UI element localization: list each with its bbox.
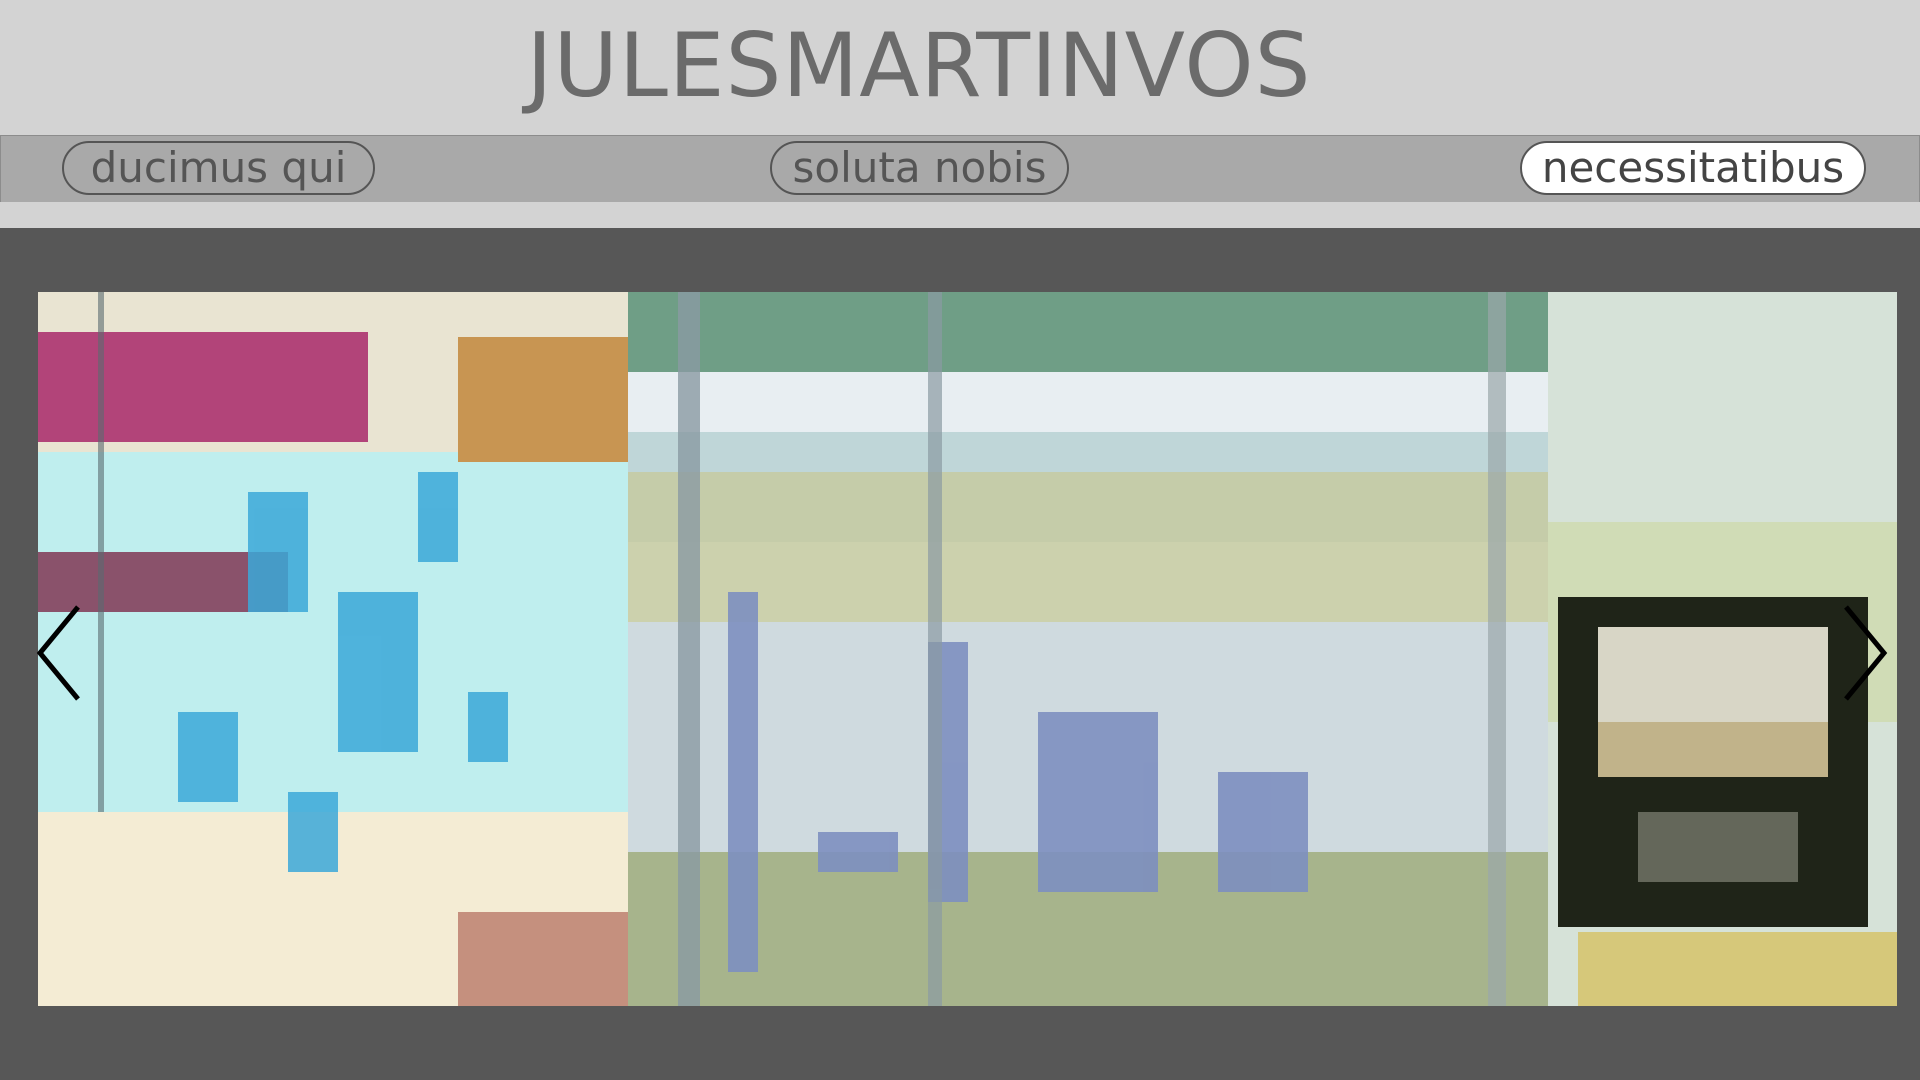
carousel-next-button[interactable] [1838, 603, 1890, 703]
chevron-right-icon [1844, 605, 1888, 701]
nav-item-necessitatibus[interactable]: necessitatibus [1520, 141, 1866, 195]
image-carousel [0, 228, 1920, 1080]
carousel-prev-button[interactable] [34, 603, 86, 703]
chevron-left-icon [36, 605, 80, 701]
slide-photo [38, 292, 1897, 1006]
site-header: JULESMARTINVOS [0, 0, 1920, 135]
nav-item-soluta-nobis[interactable]: soluta nobis [770, 141, 1069, 195]
nav-item-ducimus-qui[interactable]: ducimus qui [62, 141, 375, 195]
main-nav: ducimus qui soluta nobis necessitatibus [0, 135, 1920, 203]
header-spacer [0, 202, 1920, 228]
site-title: JULESMARTINVOS [526, 14, 1312, 117]
